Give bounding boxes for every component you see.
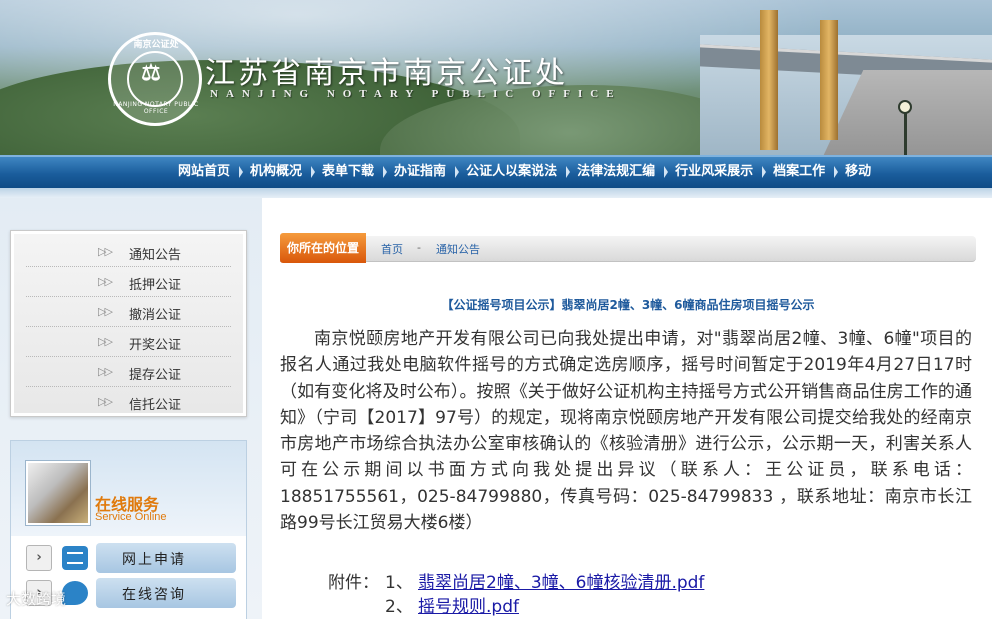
form-icon	[62, 546, 88, 570]
sidebar-item-deposit[interactable]: ▷▷ 提存公证	[26, 357, 231, 387]
attachments-label: 附件：	[328, 573, 379, 593]
site-subtitle: NANJING NOTARY PUBLIC OFFICE	[210, 88, 622, 100]
attachment-number: 1、	[385, 573, 413, 593]
attachment-number: 2、	[385, 597, 413, 617]
location-tag: 你所在的位置	[280, 233, 366, 263]
watermark: 大数跨境	[6, 590, 67, 608]
sidebar-item-label: 撤消公证	[129, 308, 182, 323]
breadcrumb-current-link[interactable]: 通知公告	[436, 241, 480, 257]
double-arrow-icon: ▷▷	[98, 335, 113, 348]
nav-list: 网站首页 机构概况 表单下载 办证指南 公证人以案说法 法律法规汇编 行业风采展…	[168, 157, 881, 188]
sidebar-item-label: 通知公告	[129, 248, 182, 263]
nav-item-forms[interactable]: 表单下载	[311, 157, 384, 188]
online-service-subtitle: Service Online	[95, 511, 167, 523]
article-body: 南京悦颐房地产开发有限公司已向我处提出申请，对"翡翠尚居2幢、3幢、6幢"项目的…	[280, 329, 972, 534]
breadcrumb-home-link[interactable]: 首页	[381, 241, 403, 257]
street-lamp	[895, 100, 915, 155]
double-arrow-icon: ▷▷	[98, 305, 113, 318]
header-banner: 南京公证处 ⚖ NANJING NOTARY PUBLIC OFFICE 江苏省…	[0, 0, 992, 155]
online-apply-label: 网上申请	[122, 552, 186, 568]
service-photo	[26, 461, 90, 525]
left-sidebar: ▷▷ 通知公告 ▷▷ 抵押公证 ▷▷ 撤消公证 ▷▷ 开奖公证 ▷▷ 提存公证 …	[0, 198, 262, 619]
attachment-link-rules[interactable]: 摇号规则.pdf	[418, 592, 519, 617]
lamp-head	[898, 100, 912, 114]
attachment-link-checklist[interactable]: 翡翠尚居2幢、3幢、6幢核验清册.pdf	[418, 568, 704, 593]
bridge-tower	[760, 10, 778, 150]
nav-item-home[interactable]: 网站首页	[168, 157, 240, 188]
seal-top-text: 南京公证处	[133, 40, 179, 50]
nav-item-laws[interactable]: 法律法规汇编	[566, 157, 665, 188]
double-arrow-icon: ▷▷	[98, 245, 113, 258]
article-title: 【公证摇号项目公示】翡翠尚居2幢、3幢、6幢商品住房项目摇号公示	[441, 298, 815, 312]
online-apply-button[interactable]: › 网上申请	[26, 543, 236, 573]
nav-item-about[interactable]: 机构概况	[239, 157, 312, 188]
category-menu: ▷▷ 通知公告 ▷▷ 抵押公证 ▷▷ 撤消公证 ▷▷ 开奖公证 ▷▷ 提存公证 …	[10, 230, 247, 417]
online-consult-label: 在线咨询	[122, 587, 186, 603]
double-arrow-icon: ▷▷	[98, 395, 113, 408]
nav-item-archives[interactable]: 档案工作	[762, 157, 835, 188]
double-arrow-icon: ▷▷	[98, 365, 113, 378]
bridge-tower	[820, 20, 838, 140]
sidebar-item-mortgage[interactable]: ▷▷ 抵押公证	[26, 267, 231, 297]
double-arrow-icon: ▷▷	[98, 275, 113, 288]
sidebar-item-revocation[interactable]: ▷▷ 撤消公证	[26, 297, 231, 327]
nav-shadow	[0, 188, 992, 198]
sidebar-item-label: 抵押公证	[129, 278, 182, 293]
chevron-right-icon: ›	[26, 545, 52, 571]
seal-ring-text: NANJING NOTARY PUBLIC OFFICE	[113, 101, 199, 115]
sidebar-item-label: 提存公证	[129, 368, 182, 383]
site-title: 江苏省南京市南京公证处	[205, 56, 568, 91]
sidebar-item-notices[interactable]: ▷▷ 通知公告	[26, 237, 231, 267]
nav-item-mobile[interactable]: 移动	[834, 157, 881, 188]
sidebar-item-label: 开奖公证	[129, 338, 182, 353]
nav-item-cases[interactable]: 公证人以案说法	[455, 157, 567, 188]
nav-item-guide[interactable]: 办证指南	[383, 157, 456, 188]
notary-seal-logo: 南京公证处 ⚖ NANJING NOTARY PUBLIC OFFICE	[108, 32, 202, 126]
sidebar-item-lottery[interactable]: ▷▷ 开奖公证	[26, 327, 231, 357]
nav-item-industry[interactable]: 行业风采展示	[664, 157, 763, 188]
category-menu-panel: ▷▷ 通知公告 ▷▷ 抵押公证 ▷▷ 撤消公证 ▷▷ 开奖公证 ▷▷ 提存公证 …	[14, 234, 243, 413]
sidebar-item-label: 信托公证	[129, 398, 182, 413]
breadcrumb-separator: -	[417, 241, 421, 254]
main-nav: 网站首页 机构概况 表单下载 办证指南 公证人以案说法 法律法规汇编 行业风采展…	[0, 155, 992, 198]
sidebar-item-trust[interactable]: ▷▷ 信托公证	[26, 387, 231, 417]
lamp-pole	[904, 110, 907, 155]
online-service-header: 在线服务 Service Online	[11, 441, 246, 536]
seal-emblem-icon: ⚖	[141, 60, 161, 86]
form-icon-lines	[67, 552, 83, 564]
